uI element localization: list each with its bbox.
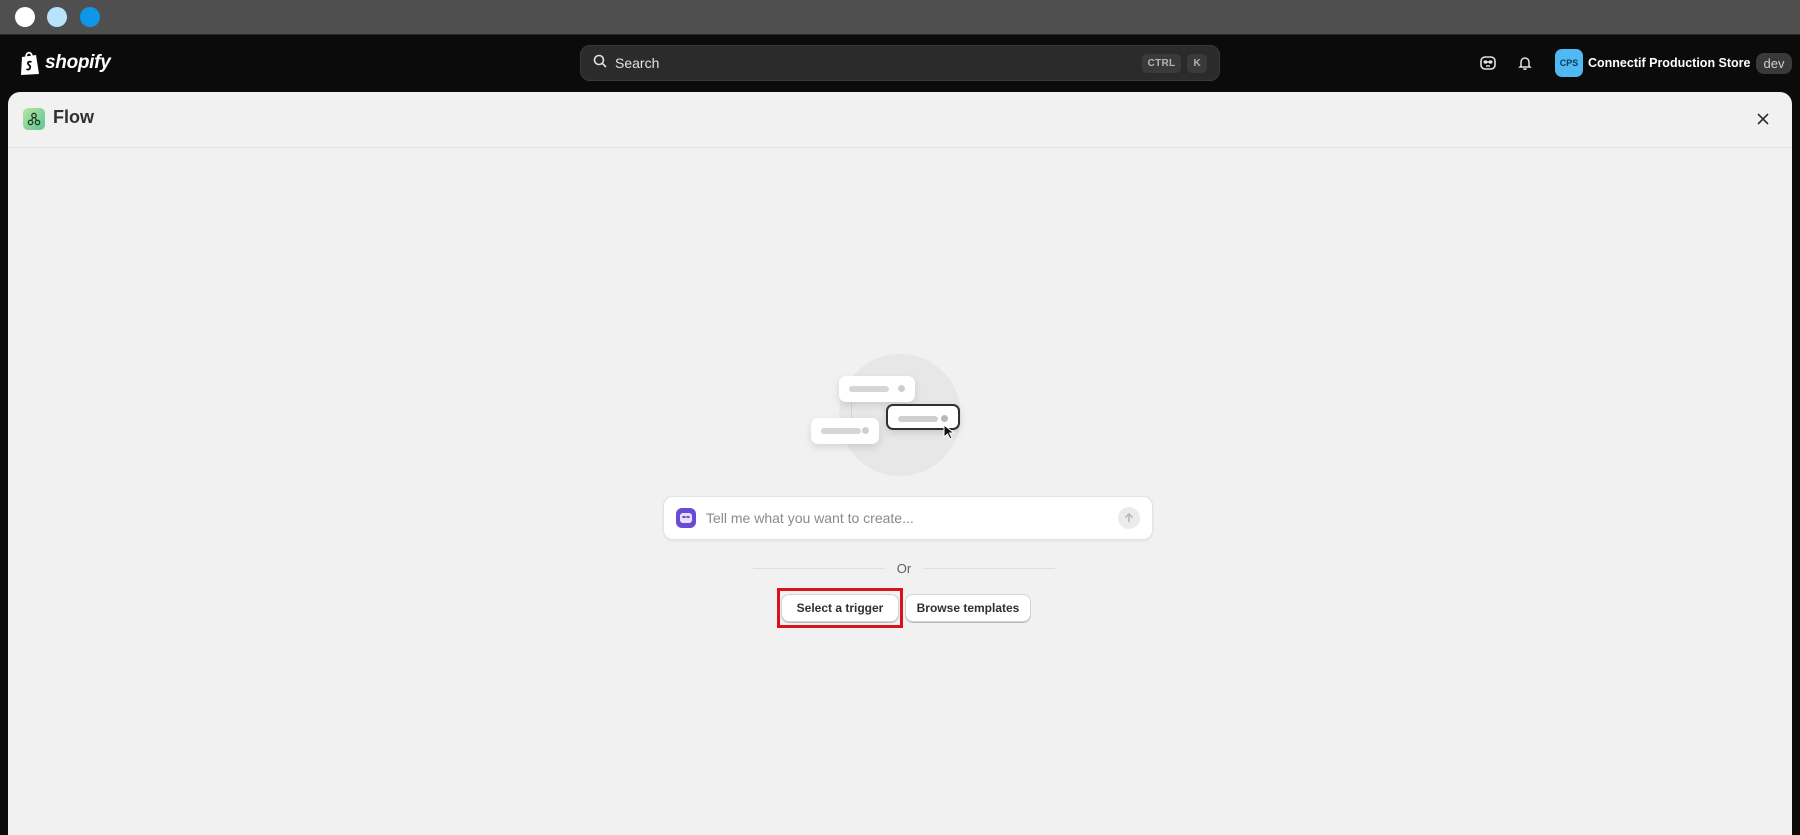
or-label: Or xyxy=(896,560,912,576)
search-label: Search xyxy=(615,55,660,71)
cursor-icon xyxy=(943,423,957,445)
app-panel: Flow Or Select xyxy=(8,92,1792,835)
shopify-logo[interactable]: shopify xyxy=(19,49,111,77)
admin-topbar: shopify Search CTRL K CPS Connectif Prod… xyxy=(0,35,1800,92)
ai-prompt-box[interactable] xyxy=(663,496,1153,540)
divider-line xyxy=(753,567,885,569)
illustration-card xyxy=(839,376,915,402)
store-env-badge: dev xyxy=(1755,52,1793,74)
store-name: Connectif Production Store xyxy=(1588,56,1751,70)
send-arrow-icon[interactable] xyxy=(1118,507,1140,529)
brand-name: shopify xyxy=(45,52,111,73)
search-icon xyxy=(593,54,607,73)
shortcut-k: K xyxy=(1187,53,1207,73)
bell-icon[interactable] xyxy=(1515,53,1535,73)
or-divider: Or xyxy=(753,559,1056,577)
sidekick-icon[interactable] xyxy=(1478,53,1498,73)
window-close-dot[interactable] xyxy=(15,7,35,27)
sidekick-avatar-icon xyxy=(676,508,696,528)
highlight-box xyxy=(777,588,903,628)
store-avatar: CPS xyxy=(1555,49,1583,77)
app-title: Flow xyxy=(53,107,94,127)
shortcut-ctrl: CTRL xyxy=(1141,53,1182,73)
flow-app-icon xyxy=(23,108,45,130)
global-search[interactable]: Search CTRL K xyxy=(580,45,1220,81)
window-titlebar xyxy=(0,0,1800,35)
browse-templates-button[interactable]: Browse templates xyxy=(905,594,1031,622)
divider-line xyxy=(923,567,1056,569)
close-icon[interactable] xyxy=(1752,108,1774,130)
store-switcher[interactable]: CPS Connectif Production Store dev xyxy=(1555,48,1793,78)
prompt-input[interactable] xyxy=(706,510,1118,526)
workflow-illustration xyxy=(811,354,1001,484)
window-maximize-dot[interactable] xyxy=(80,7,100,27)
shopify-bag-icon xyxy=(19,50,41,76)
illustration-card xyxy=(811,418,879,444)
app-header: Flow xyxy=(8,92,1792,148)
window-minimize-dot[interactable] xyxy=(47,7,67,27)
